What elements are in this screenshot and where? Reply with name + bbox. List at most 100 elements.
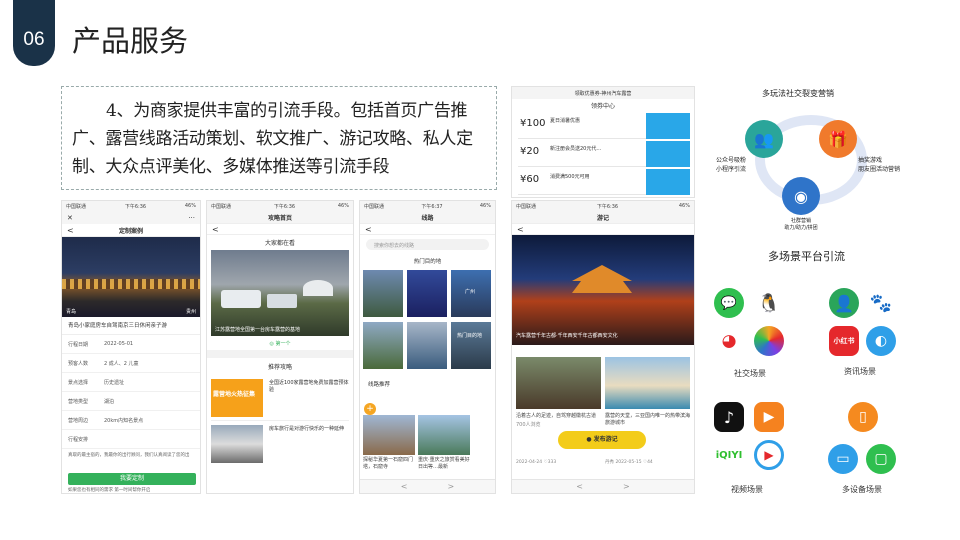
list-item[interactable]: 露营地火热征集 全国近100家露营地免费加露营预体验 [211, 375, 349, 421]
hero-photo: 汽车露营千年古都·千年西安千年古都西安文化 [512, 235, 694, 345]
section-title: 线路推荐 [368, 382, 391, 388]
more-icon[interactable]: ··· [188, 214, 195, 222]
publish-button[interactable]: ● 发布游记 [558, 431, 646, 449]
guide-photo: 江苏露营地全国第一台房车露营的基地 [211, 250, 349, 336]
status-bar: 中国联通 下午6:36 46% [62, 201, 200, 211]
coupon-item[interactable]: ¥60 消费满500元可用 [518, 169, 690, 195]
info-row: 营地类型 湖泊 [62, 392, 200, 411]
phone-travelogue: 中国联通 下午6:36 46% 游记 < 汽车露营千年古都·千年西安千年古都西安文化… [511, 200, 695, 494]
status-bar: 中国联通 下午6:36 46% [512, 201, 694, 211]
coupon-item[interactable]: ¥20 新注册会员送20元代… [518, 141, 690, 167]
browser-icon: ◐ [866, 326, 896, 356]
route-title: 重庆·重庆之旅赏看美好日出等…最新 [418, 457, 470, 470]
case-desc: 真取的最主宿的，我最你的出行顾问，我们认真阅读了您的出 [68, 453, 190, 458]
label-left: 公众号吸粉 小程序引流 [716, 157, 747, 173]
status-bar: 中国联通 下午6:36 46% [207, 201, 353, 211]
close-icon[interactable]: ✕ [67, 214, 73, 222]
kuaishou-icon: ▶ [754, 402, 784, 432]
coupon-item[interactable]: ¥100 夏日消暑优惠 [518, 113, 690, 139]
route-card[interactable] [363, 415, 415, 455]
group-label-news: 资讯场景 [844, 367, 876, 376]
item-thumb: 露营地火热征集 [211, 379, 263, 417]
route-title: 探秘华夏第一石窟四门塔，石窟寺 [363, 457, 414, 470]
tablet-device-icon: ▢ [866, 444, 896, 474]
wechat-icon: 💬 [714, 288, 744, 318]
slide-number: 06 [23, 29, 45, 50]
section-title: 大家都在看 [264, 240, 295, 247]
dest-tile[interactable] [363, 322, 403, 369]
rank-badge: ◎ 第一个 [269, 341, 291, 347]
item-title: 房车旅行是对游行快乐的一种延伸 [269, 426, 345, 432]
back-icon[interactable]: < [365, 225, 372, 234]
user-add-icon: 👥 [745, 120, 783, 158]
label-bottom: 社群营销 助力/助力/拼团 [784, 218, 818, 231]
weibo-icon: ◕ [714, 326, 744, 356]
info-row: 行程安排 [62, 430, 200, 449]
page-title: 游记 [596, 214, 609, 222]
gift-icon: 🎁 [819, 120, 857, 158]
status-bar: 中国联通 下午6:37 46% [360, 201, 495, 211]
customize-button[interactable]: 我要定制 [68, 473, 196, 485]
contact-icon: 👤 [829, 288, 859, 318]
claim-button[interactable] [646, 113, 690, 139]
photo-label-left: 青岛 [66, 309, 77, 315]
dest-tile[interactable] [407, 322, 447, 369]
sub-nav: < [207, 224, 353, 235]
qq-icon: 🐧 [754, 288, 784, 318]
dest-tile[interactable]: 广州 [451, 270, 491, 317]
claim-button[interactable] [646, 169, 690, 195]
travelogue-card[interactable]: 露营的天堂，三亚国内唯一的热带滨海旅游城市 丹秀 2022-05-15 ♡44 [605, 357, 690, 473]
phone-coupons: 领取优惠券-神州汽车露营 领券中心 ¥100 夏日消暑优惠 ¥20 新注册会员送20… [511, 86, 695, 198]
iqiyi-icon: iQIYI [714, 440, 744, 470]
social-marketing-title: 多玩法社交裂变营销 [762, 89, 834, 98]
case-caption: 青岛小家庭房车自驾南京三日休闲亲子游 [62, 317, 200, 335]
back-icon[interactable]: < [517, 225, 524, 234]
route-card[interactable] [418, 415, 470, 455]
page-nav: 线路 [360, 211, 495, 224]
camera-icon [754, 326, 784, 356]
info-row: 营地周边 20km内知名景点 [62, 411, 200, 430]
back-arrow-icon[interactable]: < [401, 482, 408, 491]
photo-label-right: 贵州 [185, 309, 196, 315]
group-icon: ◉ [782, 177, 820, 215]
battery: 46% [184, 203, 196, 209]
search-input[interactable]: 搜索你想去的线路 [366, 239, 489, 250]
forward-arrow-icon[interactable]: > [623, 482, 630, 491]
photo-caption: 江苏露营地全国第一台房车露营的基地 [215, 327, 301, 333]
group-label-video: 视频场景 [731, 485, 763, 494]
page-title: 攻略首页 [267, 214, 292, 222]
body-text: 4、为商家提供丰富的引流手段。包括首页广告推广、露营线路活动策划、软文推广、游记… [61, 86, 497, 190]
phone-custom-case: 中国联通 下午6:36 46% ✕ ··· < 定制案例 青岛 贵州 青岛小家庭房车自驾… [61, 200, 201, 494]
slide-title: 产品服务 [72, 24, 189, 58]
dest-tile[interactable] [363, 270, 403, 317]
time: 下午6:36 [124, 203, 147, 210]
page-title: 线路 [421, 214, 434, 222]
forward-arrow-icon[interactable]: > [448, 482, 455, 491]
dest-tile[interactable]: 热门目的地 [451, 322, 491, 369]
platform-title: 多场景平台引流 [768, 250, 845, 263]
info-row: 预客人数 2 成人、2 儿童 [62, 354, 200, 373]
group-label-device: 多设备场景 [842, 485, 882, 494]
back-arrow-icon[interactable]: < [576, 482, 583, 491]
section-title: 热门目的地 [413, 259, 442, 265]
page-nav: 攻略首页 [207, 211, 353, 224]
section-title: 推荐攻略 [267, 364, 292, 371]
sub-nav: < [512, 224, 694, 235]
list-item[interactable]: 房车旅行是对游行快乐的一种延伸 [211, 421, 349, 467]
item-thumb [211, 425, 263, 463]
group-label-social: 社交场景 [734, 369, 766, 378]
travelogue-card[interactable]: 沿着古人的足迹，自驾穿越徽杭古道 700人浏览 2022-04-24 ♡333 [516, 357, 601, 473]
hero-caption: 汽车露营千年古都·千年西安千年古都西安文化 [516, 333, 618, 339]
tiktok-icon: ♪ [714, 402, 744, 432]
add-icon[interactable]: + [364, 403, 376, 415]
carrier: 中国联通 [66, 203, 87, 210]
youku-icon: ▶ [754, 440, 784, 470]
back-icon[interactable]: < [212, 225, 219, 234]
item-title: 全国近100家露营地免费加露营预体验 [269, 380, 349, 393]
claim-button[interactable] [646, 141, 690, 167]
back-icon[interactable]: < [67, 226, 74, 235]
destination-grid: 广州 热门目的地 [360, 268, 495, 378]
phone-routes: 中国联通 下午6:37 46% 线路 < 搜索你想去的线路 热门目的地 广州 热门目… [359, 200, 496, 494]
slide-number-badge: 06 [13, 0, 55, 66]
dest-tile[interactable] [407, 270, 447, 317]
